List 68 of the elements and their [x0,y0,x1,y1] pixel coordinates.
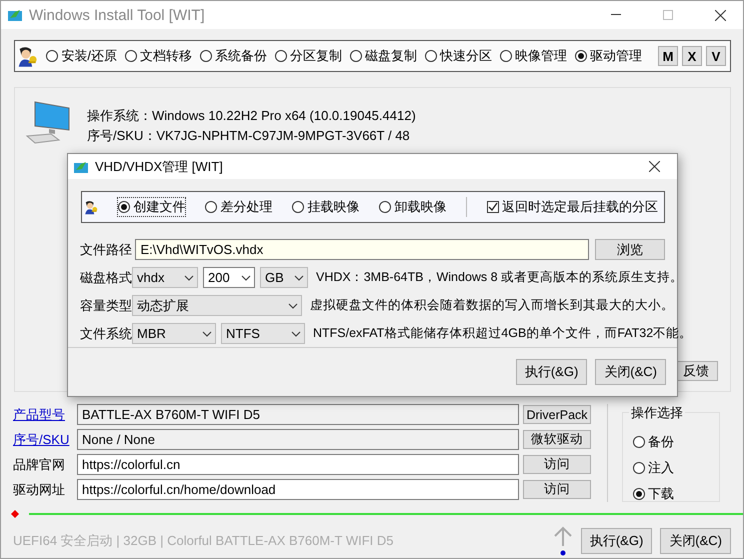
chevron-down-icon [291,330,301,336]
mode-radio[interactable]: 分区复制 [275,47,342,65]
app-icon [7,8,23,22]
status-text: UEFI64 安全启动 | 32GB | Colorful BATTLE-AX B760M-T WIFI D5 [13,532,394,550]
arrow-up-icon[interactable] [552,526,573,556]
dropdown[interactable]: 动态扩展 [132,295,302,316]
field-label: 文件路径 [80,240,133,258]
row-button[interactable]: 微软驱动 [523,430,591,449]
field-label: 磁盘格式 [80,268,132,286]
text-field[interactable]: BATTLE-AX B760M-T WIFI D5 [77,404,519,425]
field-label: 文件系统 [80,324,132,342]
return-checkbox[interactable]: 返回时选定最后挂载的分区 [487,198,658,216]
link[interactable]: 序号/SKU [13,430,77,448]
action-button[interactable]: 执行(&G) [580,528,652,554]
path-field[interactable]: E:\Vhd\WITvOS.vhdx [135,239,589,260]
mode-radio[interactable]: 挂载映像 [292,198,360,216]
dialog-title: VHD/VHDX管理 [WIT] [95,158,224,176]
text-field[interactable]: https://colorful.cn [77,454,519,475]
field-label: 容量类型 [80,296,132,314]
field-label: 品牌官网 [13,456,66,474]
row-button[interactable]: DriverPack [523,405,591,424]
dialog-button[interactable]: 关闭(&C) [595,359,666,385]
field-label: 驱动网址 [13,480,66,498]
operation-radio[interactable]: 下载 [633,485,719,503]
info-line: 操作系统：Windows 10.22H2 Pro x64 (10.0.19045.4412) [87,107,416,124]
window-title: Windows Install Tool [WIT] [29,6,206,24]
dropdown[interactable]: GB [260,267,308,288]
mode-radio[interactable]: 快速分区 [425,47,492,65]
mode-radio[interactable]: 驱动管理 [575,47,642,65]
dropdown[interactable]: vhdx [132,267,198,288]
mode-radio[interactable]: 磁盘复制 [350,47,417,65]
dropdown[interactable]: 200 [203,267,255,288]
mode-radio[interactable]: 文档转移 [125,47,192,65]
text-field[interactable]: None / None [77,429,519,450]
row-button[interactable]: 访问 [523,480,591,499]
mode-radio[interactable]: 系统备份 [200,47,267,65]
dropdown[interactable]: MBR [132,323,216,344]
action-button[interactable]: 关闭(&C) [660,528,731,554]
mode-radio[interactable]: 差分处理 [205,198,272,216]
hint-text: NTFS/exFAT格式能储存体积超过4GB的单个文件，而FAT32不能。 [313,325,692,342]
mode-radio[interactable]: 安装/还原 [46,47,117,65]
info-line: 序号/SKU：VK7JG-NPHTM-C97JM-9MPGT-3V66T / 48 [87,127,411,144]
app-icon [73,160,89,174]
browse-button[interactable]: 浏览 [595,239,665,260]
progress-marker-icon [11,510,19,518]
mode-radio[interactable]: 创建文件 [118,198,186,216]
toolbar-button[interactable]: V [706,46,726,66]
row-button[interactable]: 访问 [523,455,591,474]
operation-radio[interactable]: 备份 [633,433,719,451]
dropdown[interactable]: NTFS [221,323,305,344]
toolbar-button[interactable]: M [658,46,678,66]
checkmark-icon [488,202,498,212]
chevron-down-icon [184,274,194,280]
group-title: 操作选择 [629,404,685,422]
chevron-down-icon [241,274,251,280]
mode-radio[interactable]: 卸载映像 [379,198,446,216]
mode-radio[interactable]: 映像管理 [500,47,567,65]
link[interactable]: 产品型号 [13,406,77,424]
hint-text: VHDX：3MB-64TB，Windows 8 或者更高版本的系统原生支持。 [316,269,684,286]
hint-text: 虚拟硬盘文件的体积会随着数据的写入而增长到其最大的大小。 [310,297,674,314]
toolbar-button[interactable]: X [682,46,702,66]
chevron-down-icon [288,302,298,308]
dialog-button[interactable]: 执行(&G) [516,359,588,385]
computer-icon [25,100,71,144]
text-field[interactable]: https://colorful.cn/home/download [77,479,519,500]
chevron-down-icon [294,274,304,280]
chevron-down-icon [202,330,212,336]
operation-radio[interactable]: 注入 [633,459,719,477]
